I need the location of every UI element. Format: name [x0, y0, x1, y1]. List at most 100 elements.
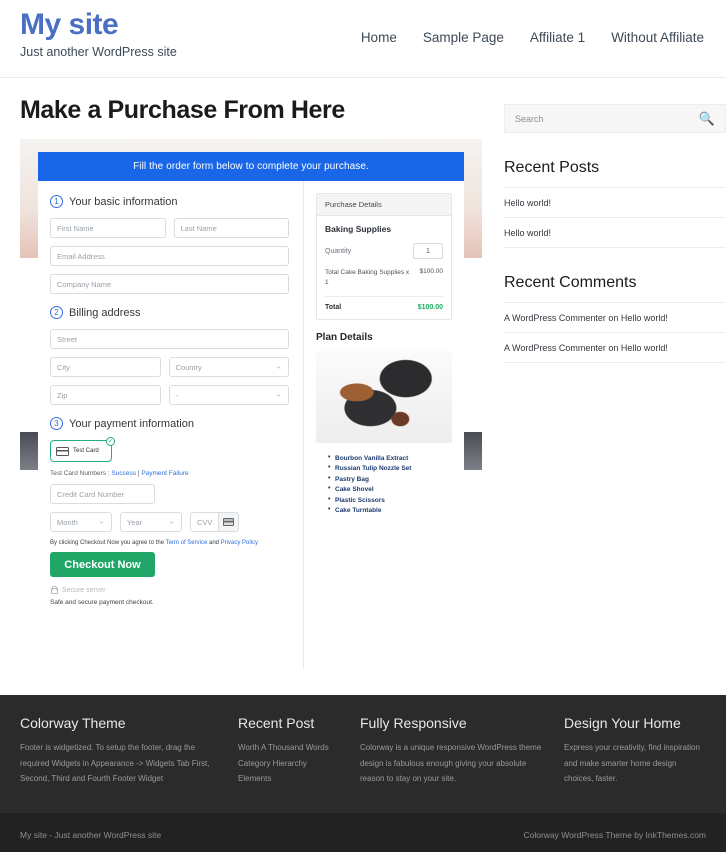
country-select[interactable]: Country ⌄ [168, 357, 289, 377]
line-item-amount: $100.00 [419, 268, 444, 275]
search-input[interactable]: Search [515, 114, 544, 124]
baking-supplies-image [316, 350, 452, 443]
plan-details-title: Plan Details [316, 331, 373, 343]
quantity-input[interactable]: 1 [413, 243, 443, 259]
chevron-down-icon: ⌄ [275, 389, 282, 399]
list-item: Cake Turntable [328, 506, 452, 514]
step-1-label: Your basic information [69, 195, 178, 208]
search-icon[interactable]: 🔍 [699, 111, 715, 127]
footer-widget-text: Express your creativity, find inspiratio… [564, 743, 700, 784]
line-item-row: Total Cake Baking Supplies x 1 $100.00 [325, 268, 443, 297]
payment-failure-link[interactable]: Payment Failure [141, 470, 188, 477]
footer-link[interactable]: Elements [238, 771, 346, 787]
list-item: Cake Shovel [328, 485, 452, 493]
footer-widget-colorway-theme: Colorway Theme Footer is widgetized. To … [20, 715, 224, 787]
list-item[interactable]: A WordPress Commenter on Hello world! [504, 333, 726, 363]
last-name-input[interactable]: Last Name [173, 218, 289, 238]
footer-link[interactable]: Category Hierarchy [238, 756, 346, 772]
site-title[interactable]: My site [20, 8, 177, 41]
cvv-input[interactable]: CVV [190, 512, 220, 532]
city-country-row: City Country ⌄ [50, 357, 289, 377]
secure-server-row: Secure server [50, 586, 289, 594]
search-widget[interactable]: Search 🔍 [504, 104, 726, 133]
street-input[interactable]: Street [50, 329, 289, 349]
footer-widget-title: Fully Responsive [360, 715, 467, 731]
test-card-label: Test Card [73, 448, 99, 454]
country-select-value: Country [175, 362, 202, 372]
expiry-year-value: Year [127, 517, 143, 527]
cvv-group: CVV [190, 512, 240, 532]
credit-card-icon [56, 446, 69, 456]
credit-card-number-input[interactable]: Credit Card Number [50, 484, 155, 504]
privacy-policy-link[interactable]: Privacy Policy [221, 540, 258, 546]
list-item: Russian Tulip Nozzle Set [328, 464, 452, 472]
name-field-row: First Name Last Name [50, 218, 289, 238]
checkout-now-button[interactable]: Checkout Now [50, 552, 155, 577]
list-item: Pastry Bag [328, 475, 452, 483]
step-3-number: 3 [50, 417, 63, 430]
chevron-down-icon: ⌄ [275, 361, 282, 371]
recent-comments-title: Recent Comments [504, 274, 726, 303]
step-3-label: Your payment information [69, 417, 194, 430]
company-name-input[interactable]: Company Name [50, 274, 289, 294]
footer-widget-recent-post: Recent Post Worth A Thousand Words Categ… [238, 715, 346, 787]
total-amount: $100.00 [417, 303, 443, 311]
footer-widget-title: Design Your Home [564, 715, 681, 731]
purchase-details-header: Purchase Details [317, 194, 451, 216]
nav-item-sample-page[interactable]: Sample Page [423, 30, 504, 45]
nav-item-without-affiliate[interactable]: Without Affiliate [611, 30, 704, 45]
primary-navigation: Home Sample Page Affiliate 1 Without Aff… [361, 0, 706, 45]
list-item[interactable]: Hello world! [504, 188, 726, 218]
success-link[interactable]: Success [111, 470, 136, 477]
purchase-details-body: Baking Supplies Quantity 1 Total Cake Ba… [317, 216, 451, 319]
list-item[interactable]: A WordPress Commenter on Hello world! [504, 303, 726, 333]
footer-widget-title: Recent Post [238, 715, 315, 731]
test-numbers-prefix: Test Card Numbers : [50, 470, 112, 477]
terms-agreement-text: By clicking Checkout Now you agree to th… [50, 540, 289, 546]
site-branding[interactable]: My site Just another WordPress site [20, 0, 177, 59]
first-name-input[interactable]: First Name [50, 218, 166, 238]
site-tagline: Just another WordPress site [20, 45, 177, 59]
expiry-year-select[interactable]: Year ⌄ [120, 512, 182, 532]
state-select[interactable]: - ⌄ [168, 385, 289, 405]
main-content: Make a Purchase From Here Fill the order… [20, 96, 482, 681]
step-3-header: 3 Your payment information [50, 417, 289, 430]
footer-widget-fully-responsive: Fully Responsive Colorway is a unique re… [360, 715, 550, 787]
test-card-option[interactable]: Test Card ✓ [50, 437, 115, 462]
line-item-name: Total Cake Baking Supplies x 1 [325, 269, 410, 286]
order-form-card: Fill the order form below to complete yo… [38, 152, 464, 668]
footer-widget-text: Colorway is a unique responsive WordPres… [360, 743, 542, 784]
email-input[interactable]: Email Address [50, 246, 289, 266]
street-field-row: Street [50, 329, 289, 349]
city-input[interactable]: City [50, 357, 161, 377]
expiry-month-select[interactable]: Month ⌄ [50, 512, 112, 532]
footer-widget-text: Footer is widgetized. To setup the foote… [20, 743, 210, 784]
footer-widget-design-your-home: Design Your Home Express your creativity… [564, 715, 706, 787]
recent-comments-widget: Recent Comments A WordPress Commenter on… [504, 274, 726, 363]
recent-posts-title: Recent Posts [504, 159, 726, 188]
recent-posts-widget: Recent Posts Hello world! Hello world! [504, 159, 726, 248]
sidebar: Search 🔍 Recent Posts Hello world! Hello… [504, 96, 726, 681]
terms-of-service-link[interactable]: Term of Service [166, 540, 208, 546]
step-1-number: 1 [50, 195, 63, 208]
step-2-header: 2 Billing address [50, 306, 289, 319]
agree-prefix: By clicking Checkout Now you agree to th… [50, 540, 166, 546]
footer-link[interactable]: Worth A Thousand Words [238, 740, 346, 756]
purchase-details-box: Purchase Details Baking Supplies Quantit… [316, 193, 452, 320]
zip-input[interactable]: Zip [50, 385, 161, 405]
footer-widgets: Colorway Theme Footer is widgetized. To … [0, 695, 726, 813]
chevron-down-icon: ⌄ [168, 516, 175, 526]
list-item[interactable]: Hello world! [504, 218, 726, 248]
widget-spacer [504, 248, 726, 274]
secure-server-label: Secure server [62, 586, 106, 594]
expiry-cvv-row: Month ⌄ Year ⌄ CVV [50, 512, 289, 532]
quantity-row: Quantity 1 [325, 243, 443, 259]
total-label: Total [325, 303, 342, 311]
form-fields-column: 1 Your basic information First Name Last… [38, 181, 303, 668]
nav-item-home[interactable]: Home [361, 30, 397, 45]
nav-item-affiliate-1[interactable]: Affiliate 1 [530, 30, 585, 45]
card-number-row: Credit Card Number [50, 484, 289, 504]
form-body: 1 Your basic information First Name Last… [38, 181, 464, 668]
zip-state-row: Zip - ⌄ [50, 385, 289, 405]
copyright-left: My site - Just another WordPress site [20, 829, 162, 840]
